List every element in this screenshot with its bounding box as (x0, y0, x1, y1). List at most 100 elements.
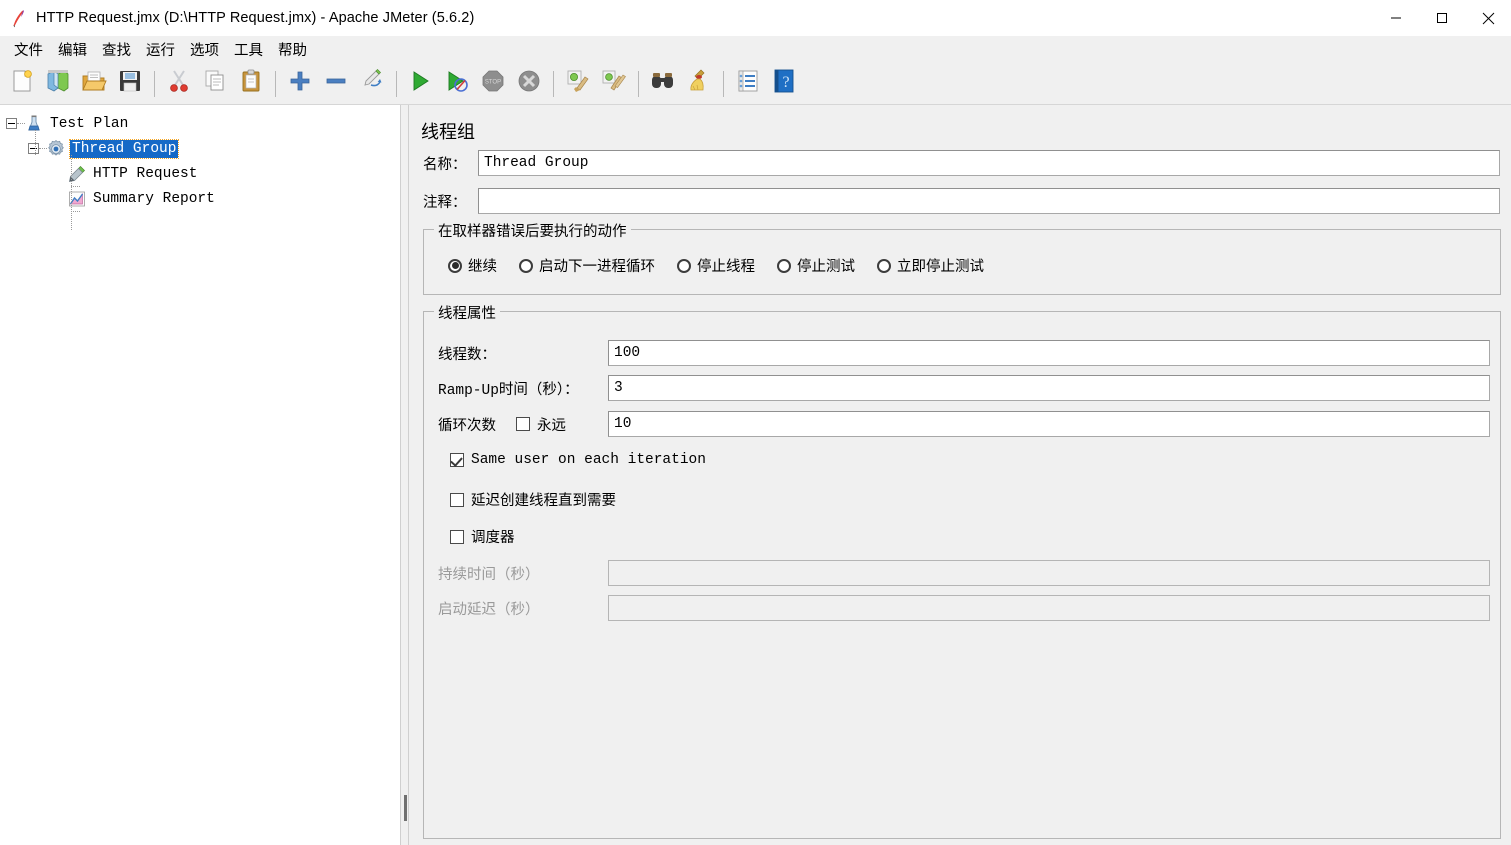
menu-search[interactable]: 查找 (95, 36, 138, 63)
thread-group-icon (46, 139, 66, 159)
expand-toggle-test-plan[interactable] (6, 118, 17, 129)
same-user-row: Same user on each iteration (450, 452, 706, 468)
expand-toggle-thread-group[interactable] (28, 143, 39, 154)
menu-options[interactable]: 选项 (183, 36, 226, 63)
tree-guide (71, 211, 80, 212)
delay-create-checkbox[interactable]: 延迟创建线程直到需要 (450, 489, 616, 510)
reset-search-button[interactable] (682, 67, 716, 101)
ramp-up-input[interactable]: 3 (608, 375, 1490, 401)
start-no-pauses-icon (445, 69, 469, 98)
clear-button[interactable] (561, 67, 595, 101)
forever-label: 永远 (537, 417, 566, 434)
delay-create-checkbox-box (450, 492, 464, 507)
radio-start-next-loop[interactable]: 启动下一进程循环 (519, 255, 655, 276)
menu-tools[interactable]: 工具 (227, 36, 270, 63)
cut-button[interactable] (162, 67, 196, 101)
maximize-button[interactable] (1419, 0, 1465, 36)
radio-stop-test[interactable]: 停止测试 (777, 255, 855, 276)
radio-start-next-loop-label: 启动下一进程循环 (539, 259, 655, 275)
shutdown-icon (517, 69, 541, 98)
paste-button[interactable] (234, 67, 268, 101)
thread-properties-group: 线程属性 线程数： 100 Ramp-Up时间（秒）： 3 循环次数 永远 10 (423, 302, 1501, 839)
start-button[interactable] (404, 67, 438, 101)
error-action-legend: 在取样器错误后要执行的动作 (434, 220, 631, 241)
paste-icon (238, 68, 264, 99)
search-button[interactable] (646, 67, 680, 101)
error-action-group: 在取样器错误后要执行的动作 继续 启动下一进程循环 停止线程 停止测试 立即停止… (423, 220, 1501, 295)
new-button[interactable] (5, 67, 39, 101)
scheduler-checkbox[interactable]: 调度器 (450, 526, 515, 547)
same-user-label: Same user on each iteration (471, 452, 706, 468)
shutdown-button[interactable] (512, 67, 546, 101)
expand-all-button[interactable] (283, 67, 317, 101)
jmeter-window: HTTP Request.jmx (D:\HTTP Request.jmx) -… (0, 0, 1511, 845)
tree-label-http-request[interactable]: HTTP Request (91, 165, 199, 183)
tree-node-summary-report[interactable]: Summary Report (0, 186, 400, 211)
scheduler-row: 调度器 (450, 526, 515, 547)
cut-icon (166, 68, 192, 99)
stop-button[interactable]: STOP (476, 67, 510, 101)
toolbar-separator (553, 70, 554, 97)
forever-checkbox-box (516, 417, 530, 431)
startup-delay-input[interactable] (608, 595, 1490, 621)
tree-label-test-plan[interactable]: Test Plan (48, 115, 130, 133)
split-divider[interactable] (400, 105, 409, 845)
radio-continue-label: 继续 (468, 259, 497, 275)
thread-properties-legend: 线程属性 (434, 302, 500, 323)
tree-guide (39, 148, 47, 149)
open-button[interactable] (77, 67, 111, 101)
forever-checkbox[interactable]: 永远 (516, 414, 608, 435)
test-plan-icon (24, 114, 44, 134)
minimize-button[interactable] (1373, 0, 1419, 36)
expand-all-icon (289, 70, 311, 97)
radio-stop-test-now[interactable]: 立即停止测试 (877, 255, 984, 276)
delay-create-label: 延迟创建线程直到需要 (471, 493, 616, 509)
loop-count-label: 循环次数 (438, 417, 496, 434)
duration-input[interactable] (608, 560, 1490, 586)
help-button[interactable]: ? (767, 67, 801, 101)
name-label: 名称： (423, 156, 467, 173)
tree-node-http-request[interactable]: HTTP Request (0, 161, 400, 186)
test-plan-tree-pane[interactable]: Test Plan Thread Group HTTP Request Summ… (0, 105, 400, 845)
thread-count-row: 线程数： 100 (438, 340, 1490, 366)
tree-label-thread-group[interactable]: Thread Group (68, 138, 180, 159)
menu-file[interactable]: 文件 (7, 36, 50, 63)
tree-node-thread-group[interactable]: Thread Group (0, 136, 400, 161)
radio-stop-test-now-indicator (877, 258, 891, 273)
function-helper-button[interactable] (731, 67, 765, 101)
close-button[interactable] (1465, 0, 1511, 36)
delay-create-row: 延迟创建线程直到需要 (450, 489, 616, 510)
toolbar-separator (396, 70, 397, 97)
tree-node-test-plan[interactable]: Test Plan (0, 111, 400, 136)
menu-bar: 文件 编辑 查找 运行 选项 工具 帮助 (0, 36, 1511, 63)
start-no-pauses-button[interactable] (440, 67, 474, 101)
tree-guide (35, 130, 36, 155)
thread-count-input[interactable]: 100 (608, 340, 1490, 366)
scheduler-label: 调度器 (471, 530, 515, 546)
copy-button[interactable] (198, 67, 232, 101)
help-icon: ? (771, 68, 797, 99)
save-icon (117, 68, 143, 99)
tree-guide (71, 155, 72, 230)
toggle-button[interactable] (355, 67, 389, 101)
radio-stop-test-label: 停止测试 (797, 259, 855, 275)
name-input[interactable]: Thread Group (478, 150, 1500, 176)
templates-icon (45, 68, 71, 99)
svg-text:STOP: STOP (485, 80, 501, 86)
menu-run[interactable]: 运行 (139, 36, 182, 63)
templates-button[interactable] (41, 67, 75, 101)
toolbar-separator (638, 70, 639, 97)
loop-count-input[interactable]: 10 (608, 411, 1490, 437)
save-button[interactable] (113, 67, 147, 101)
tree-label-summary-report[interactable]: Summary Report (91, 190, 217, 208)
menu-help[interactable]: 帮助 (271, 36, 314, 63)
radio-stop-thread[interactable]: 停止线程 (677, 255, 755, 276)
collapse-all-button[interactable] (319, 67, 353, 101)
radio-continue[interactable]: 继续 (448, 255, 497, 276)
stop-icon: STOP (481, 69, 505, 98)
copy-icon (202, 68, 228, 99)
same-user-checkbox[interactable]: Same user on each iteration (450, 452, 706, 468)
menu-edit[interactable]: 编辑 (51, 36, 94, 63)
comment-input[interactable] (478, 188, 1500, 214)
clear-all-button[interactable] (597, 67, 631, 101)
